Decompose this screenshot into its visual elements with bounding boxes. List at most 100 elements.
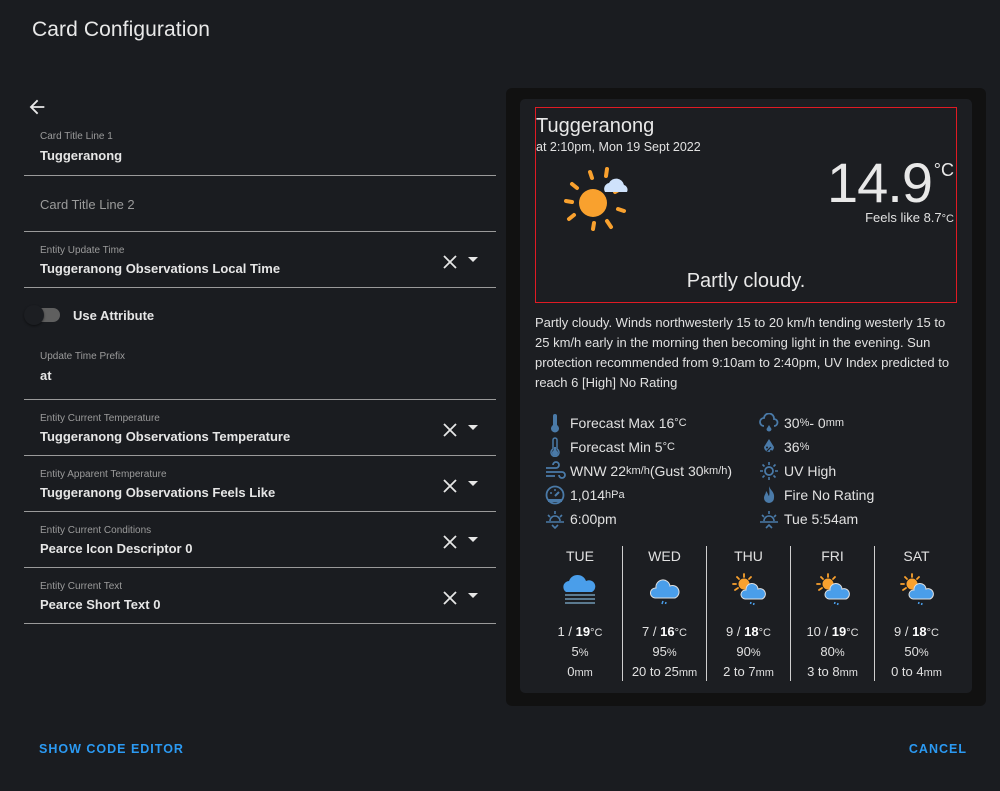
day-pop-value: 80 [820,644,835,659]
slot-unit: °C [662,441,675,453]
feels-like-unit: °C [941,213,954,225]
day-rain: 0 to 4mm [875,664,958,679]
day-rain-value: 2 to 7 [723,664,756,679]
day-temp-unit: °C [674,627,687,639]
day-max: 19 [831,624,847,639]
feels-like-text: Feels like 8.7 [865,210,942,225]
partly-cloudy-day-icon [564,167,628,231]
clear-icon[interactable] [442,590,458,606]
entity-current-text-picker[interactable]: Entity Current Text Pearce Short Text 0 [24,568,496,624]
day-temp-unit: °C [926,627,939,639]
update-time-prefix-field[interactable]: Update Time Prefix at [24,344,496,400]
day-temps: 9 / 18°C [894,624,939,639]
day-min: 1 [557,624,565,639]
forecast-slot: Fire No Rating [758,483,874,507]
entity-current-conditions-picker[interactable]: Entity Current Conditions Pearce Icon De… [24,512,496,568]
day-temps: 1 / 19°C [557,624,603,639]
field-label: Entity Current Conditions [40,525,152,536]
use-attribute-row: Use Attribute [24,288,496,344]
current-condition: Partly cloudy. [686,270,806,292]
fire-icon [764,486,775,503]
field-label: Entity Update Time [40,245,125,256]
partly-cloudy-showers-icon [816,573,850,606]
clear-icon[interactable] [442,422,458,438]
entity-apparent-temperature-picker[interactable]: Entity Apparent Temperature Tuggeranong … [24,456,496,512]
clear-icon[interactable] [442,478,458,494]
slot-unit: °C [674,417,687,429]
day-pop: 80% [791,644,874,659]
overview-section: Tuggeranong at 2:10pm, Mon 19 Sept 2022 … [535,107,957,303]
day-min: 9 [726,624,734,639]
day-pop-unit: % [918,647,929,659]
daily-forecast-day: SAT 9 / 18°C 50% 0 to 4mm [874,546,958,681]
field-value[interactable]: Tuggeranong [40,148,122,163]
forecast-slot: 6:00pm [544,507,732,531]
day-temps: 9 / 18°C [726,624,771,639]
thermometer-low-icon [550,437,560,457]
day-max: 19 [575,624,591,639]
back-button[interactable] [26,96,48,118]
card-title-line-2-field[interactable]: Card Title Line 2 [24,176,496,232]
daily-forecast: TUE 1 / 19°C 5% 0mm WED 7 / 16°C 95% 20 to 25mm… [538,546,958,686]
daily-forecast-day: WED 7 / 16°C 95% 20 to 25mm [622,546,706,681]
day-name: TUE [566,548,594,564]
slot-unit: % [799,417,810,429]
day-pop-value: 50 [904,644,919,659]
day-rain-unit: mm [755,667,774,679]
entity-current-temperature-picker[interactable]: Entity Current Temperature Tuggeranong O… [24,400,496,456]
day-name: FRI [821,548,844,564]
slot-text: 6:00pm [570,511,617,527]
dropdown-arrow-icon[interactable] [468,481,478,486]
field-value[interactable]: at [40,368,52,383]
day-rain: 20 to 25mm [623,664,706,679]
slot-text: Forecast Max 16 [570,415,675,431]
dropdown-arrow-icon[interactable] [468,593,478,598]
show-code-editor-button[interactable]: SHOW CODE EDITOR [39,742,184,756]
dropdown-arrow-icon[interactable] [468,537,478,542]
dropdown-arrow-icon[interactable] [468,257,478,262]
update-time: at 2:10pm, Mon 19 Sept 2022 [536,140,701,154]
use-attribute-toggle[interactable] [24,305,60,325]
cancel-button[interactable]: CANCEL [909,742,967,756]
card-title-line-1-field[interactable]: Card Title Line 1 Tuggeranong [24,124,496,176]
day-pop-value: 5 [571,644,579,659]
day-pop: 50% [875,644,958,659]
thermometer-high-icon [551,414,559,433]
field-placeholder[interactable]: Card Title Line 2 [40,197,135,212]
field-value[interactable]: Pearce Short Text 0 [40,597,160,612]
day-min: 10 [806,624,821,639]
day-name: WED [648,548,681,564]
slot-text: 30 [784,415,800,431]
field-value[interactable]: Pearce Icon Descriptor 0 [40,541,192,556]
sunset-icon [546,511,564,529]
slot-unit: mm [825,417,845,429]
clear-icon[interactable] [442,534,458,550]
slot-text: Fire No Rating [784,487,875,503]
slot-text: Forecast Min 5 [570,439,663,455]
entity-update-time-picker[interactable]: Entity Update Time Tuggeranong Observati… [24,232,496,288]
slot-text: UV High [784,463,837,479]
clear-icon[interactable] [442,254,458,270]
field-value[interactable]: Tuggeranong Observations Feels Like [40,485,275,500]
forecast-slot: Forecast Max 16 °C [544,411,732,435]
slot-text: - 0 [809,415,826,431]
gauge-icon [545,485,565,505]
feels-like: Feels like 8.7°C [865,210,954,225]
humidity-icon [764,439,774,452]
field-value[interactable]: Tuggeranong Observations Temperature [40,429,290,444]
forecast-slot: Forecast Min 5 °C [544,435,732,459]
day-pop-value: 95 [652,644,667,659]
forecast-slot: 36% [758,435,874,459]
forecast-slot: 30% - 0 mm [758,411,874,435]
card-preview: Tuggeranong at 2:10pm, Mon 19 Sept 2022 … [506,88,986,706]
day-max: 18 [912,624,927,639]
daily-forecast-day: TUE 1 / 19°C 5% 0mm [538,546,622,681]
day-max: 16 [660,624,675,639]
field-label: Entity Apparent Temperature [40,469,167,480]
slot-unit: km/h [626,465,650,477]
day-pop: 95% [623,644,706,659]
day-temp-unit: °C [590,627,603,639]
day-min: 9 [894,624,902,639]
field-value[interactable]: Tuggeranong Observations Local Time [40,261,280,276]
dropdown-arrow-icon[interactable] [468,425,478,430]
